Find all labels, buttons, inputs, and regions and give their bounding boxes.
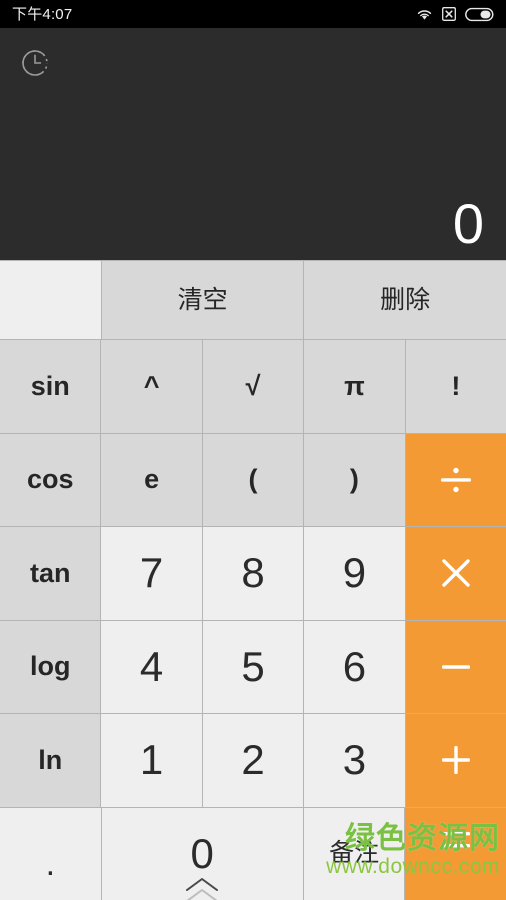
key-equals[interactable]: = [405,807,506,900]
key-ln[interactable]: ln [0,714,101,807]
key-pi-label: π [344,370,365,401]
plus-icon [435,739,477,781]
key-delete[interactable]: 删除 [304,261,506,339]
key-decimal-label: . [45,844,56,883]
minus-icon [435,646,477,688]
key-sqrt[interactable]: √ [202,340,304,433]
key-paren-close-label: ) [349,464,359,495]
keypad-row-4: log 4 5 6 − [0,620,506,713]
status-bar: 下午4:07 [0,0,506,28]
key-1-label: 1 [139,736,164,784]
divide-icon [435,459,477,501]
key-power-label: ^ [143,370,160,401]
key-subtract[interactable]: − [405,620,506,713]
key-tan[interactable]: tan [0,527,101,620]
status-time: 下午4:07 [12,5,73,23]
keypad-row-3: tan 7 8 9 × [0,527,506,620]
key-1[interactable]: 1 [101,714,202,807]
key-factorial[interactable]: ! [405,340,506,433]
key-4-label: 4 [139,642,164,690]
key-clear[interactable]: 清空 [101,261,304,339]
key-paren-close[interactable]: ) [304,433,405,526]
key-divide[interactable]: ÷ [405,433,506,526]
key-cos-label: cos [26,464,74,495]
key-7[interactable]: 7 [101,527,202,620]
key-paren-open-label: ( [248,464,258,495]
key-clear-label: 清空 [177,285,228,314]
key-cos[interactable]: cos [0,433,101,526]
key-blank [0,261,101,339]
key-8-label: 8 [241,549,265,597]
status-icons [416,7,495,22]
key-2[interactable]: 2 [202,714,304,807]
key-tan-label: tan [29,557,71,588]
key-note-label: 备注 [329,839,380,868]
key-4[interactable]: 4 [101,620,202,713]
key-8[interactable]: 8 [202,527,304,620]
keypad-row-1: sin ^ √ π ! [0,340,506,433]
key-5-label: 5 [241,642,265,690]
key-log[interactable]: log [0,620,101,713]
display-value: 0 [452,192,484,255]
battery-icon [465,7,495,22]
key-3-label: 3 [342,736,367,784]
key-0[interactable]: 0 [101,807,303,900]
key-e[interactable]: e [101,433,202,526]
key-9-label: 9 [342,549,367,597]
keypad-row-5: ln 1 2 3 + [0,714,506,807]
key-sqrt-label: √ [245,370,261,401]
key-7-label: 7 [139,549,164,597]
key-add[interactable]: + [405,714,506,807]
key-9[interactable]: 9 [304,527,405,620]
calculator-app: 下午4:07 0 清空 删除 sin ^ √ π ! cos e () tan… [0,0,506,900]
wifi-icon [416,8,433,21]
keypad-row-6: . 0 备注 [0,807,506,900]
key-6[interactable]: 6 [304,620,405,713]
key-paren-open[interactable]: ( [202,433,304,526]
key-5[interactable]: 5 [202,620,304,713]
history-clock-icon[interactable] [18,46,52,80]
key-ln-label: ln [38,744,63,775]
key-note[interactable]: 备注 [303,807,405,900]
key-e-label: e [144,464,160,495]
key-sin-label: sin [30,370,70,401]
no-sim-icon [442,7,456,21]
keypad-row-2: cos e ( ) ÷ [0,433,506,526]
multiply-icon [435,552,477,594]
chevron-double-up-icon[interactable] [179,876,225,900]
key-delete-label: 删除 [380,285,431,314]
keypad: 清空 删除 sin ^ √ π ! cos e () tan 7 8 9 lo… [0,260,506,900]
key-power[interactable]: ^ [101,340,202,433]
equals-icon [435,819,477,861]
calculator-display: 0 [0,28,506,260]
key-sin[interactable]: sin [0,340,101,433]
key-decimal[interactable]: . [0,807,101,900]
key-6-label: 6 [342,642,367,690]
key-log-label: log [29,651,71,682]
key-factorial-label: ! [451,370,461,401]
key-3[interactable]: 3 [304,714,405,807]
key-pi[interactable]: π [304,340,405,433]
keypad-row-clear: 清空 删除 [0,261,506,339]
key-multiply[interactable]: × [405,527,506,620]
key-0-label: 0 [190,829,214,877]
key-2-label: 2 [241,736,265,784]
